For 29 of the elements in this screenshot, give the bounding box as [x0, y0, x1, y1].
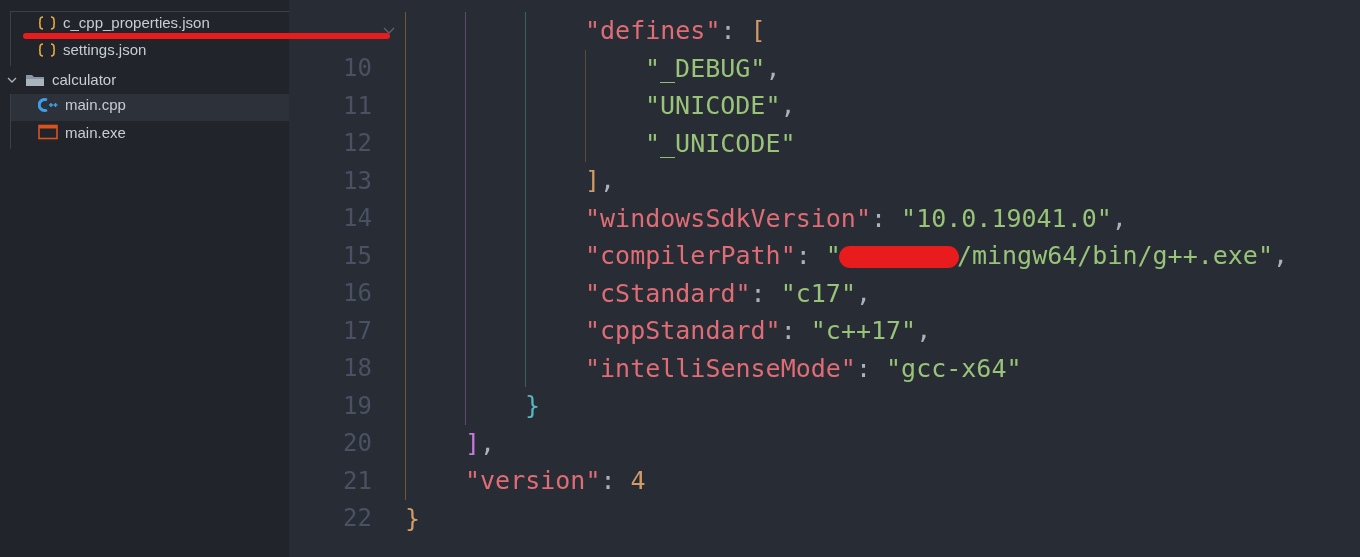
tree-item[interactable]: main.exe: [11, 121, 289, 149]
file-name: main.cpp: [65, 97, 126, 113]
tree-item[interactable]: c_cpp_properties.json: [11, 11, 289, 39]
code-line: "defines": [: [585, 18, 766, 44]
code-line: }: [525, 393, 541, 419]
folder-name: calculator: [52, 69, 117, 90]
file-name: settings.json: [63, 42, 147, 58]
tree-item[interactable]: settings.json: [11, 38, 289, 66]
code-line: ],: [585, 168, 616, 194]
tree-item[interactable]: main.cpp: [11, 93, 289, 121]
code-line: "cStandard": "c17",: [585, 280, 871, 306]
code-line: "UNICODE",: [645, 93, 796, 119]
code-line: "_UNICODE": [645, 130, 796, 156]
code-line: "version": 4: [465, 468, 646, 494]
code-line: "intelliSenseMode": "gcc-x64": [585, 355, 1022, 381]
braces-icon: [38, 15, 56, 30]
code-line: }: [405, 505, 421, 531]
braces-icon: [38, 42, 56, 57]
file-name: c_cpp_properties.json: [63, 15, 210, 31]
code-line: ],: [465, 430, 496, 456]
code-line: "_DEBUG",: [645, 55, 781, 81]
window-file-icon: [38, 124, 58, 141]
code-line: "cppStandard": "c++17",: [585, 318, 932, 344]
code-line: "windowsSdkVersion": "10.0.19041.0",: [585, 205, 1127, 231]
code-line: "compilerPath": " /mingw64/bin/g++.exe",: [585, 243, 1289, 269]
cpp-file-icon: [38, 96, 58, 113]
tree-item[interactable]: calculator: [0, 66, 289, 94]
fold-chevron-icon[interactable]: [381, 25, 396, 36]
file-name: main.exe: [65, 124, 126, 140]
